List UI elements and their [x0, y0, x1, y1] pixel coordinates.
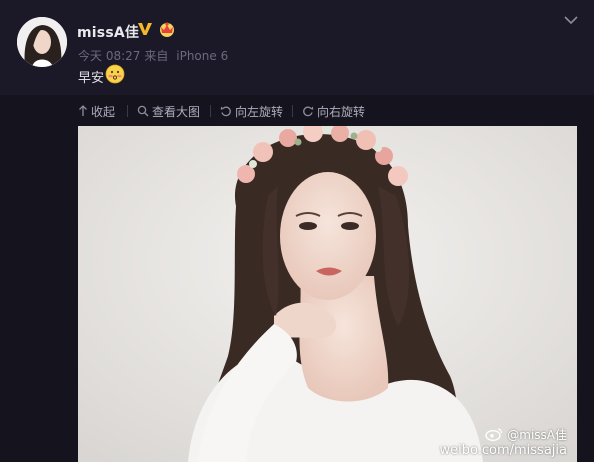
photo-watermark: @missA佳 weibo.com/missajia	[440, 426, 567, 458]
collapse-label: 收起	[91, 104, 116, 119]
weibo-logo-icon	[485, 428, 503, 442]
rotate-left-label: 向左旋转	[235, 104, 284, 119]
collapse-button[interactable]: 收起	[78, 103, 115, 119]
member-crown-icon[interactable]	[158, 20, 176, 38]
username[interactable]: missA佳	[77, 22, 139, 42]
shy-face-emoji-icon	[105, 64, 125, 84]
weibo-post-view: missA佳 今天 08:27 来自 iPhone 6 早安 收起 查看大图 向…	[0, 0, 594, 462]
source-prefix: 来自	[144, 49, 169, 63]
avatar[interactable]	[17, 17, 67, 67]
view-large-label: 查看大图	[152, 104, 201, 119]
post-time[interactable]: 今天 08:27	[78, 49, 140, 63]
rotate-right-label: 向右旋转	[317, 104, 366, 119]
rotate-right-icon	[303, 106, 314, 117]
post-photo[interactable]: @missA佳 weibo.com/missajia	[78, 126, 577, 462]
post-source[interactable]: iPhone 6	[176, 49, 228, 63]
watermark-handle: @missA佳	[507, 428, 567, 442]
toolbar-divider	[127, 105, 128, 117]
rotate-right-button[interactable]: 向右旋转	[302, 103, 365, 119]
post-text: 早安	[78, 71, 105, 86]
view-large-button[interactable]: 查看大图	[137, 103, 200, 119]
photo-toolbar: 收起 查看大图 向左旋转 向右旋转	[0, 95, 594, 126]
post-header: missA佳 今天 08:27 来自 iPhone 6 早安	[0, 0, 594, 95]
magnifier-icon	[137, 105, 149, 117]
verified-v-icon[interactable]	[137, 21, 153, 37]
chevron-down-icon[interactable]	[563, 14, 579, 26]
toolbar-divider	[292, 105, 293, 117]
watermark-url: weibo.com/missajia	[439, 443, 567, 458]
rotate-left-button[interactable]: 向左旋转	[220, 103, 283, 119]
post-meta: 今天 08:27 来自 iPhone 6	[78, 47, 232, 64]
toolbar-divider	[210, 105, 211, 117]
arrow-up-icon	[79, 105, 87, 116]
portrait-image	[78, 126, 577, 462]
rotate-left-icon	[220, 106, 231, 117]
